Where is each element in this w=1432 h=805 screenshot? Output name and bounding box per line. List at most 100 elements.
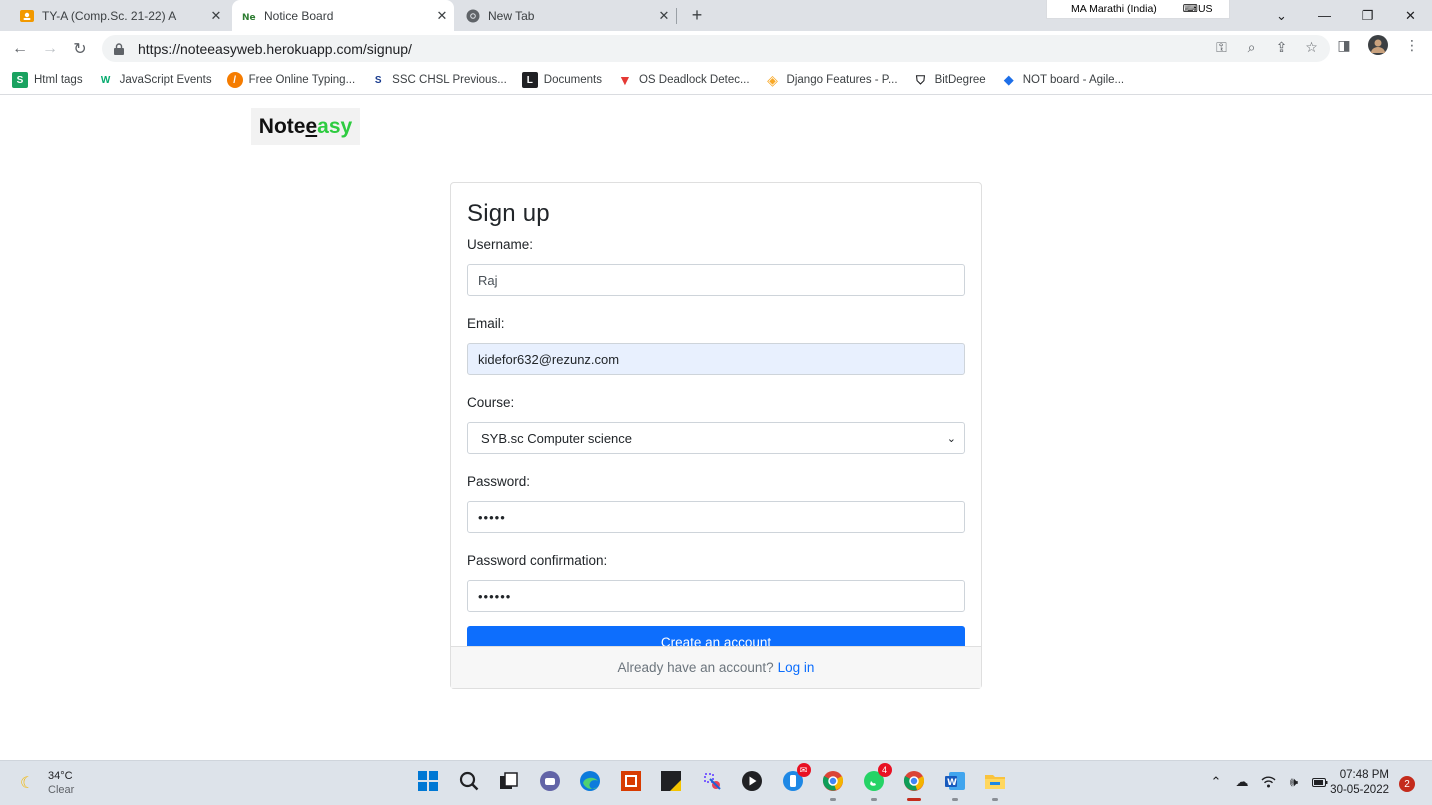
signup-form: Sign up Username: Raj Email: kidefor632@… [451, 183, 981, 658]
django-icon: ◈ [767, 71, 778, 88]
chevron-down-icon: ⌄ [946, 432, 956, 445]
notification-badge[interactable]: 2 [1399, 776, 1415, 792]
zoom-icon[interactable]: ⌕ [1243, 39, 1260, 56]
file-explorer-icon[interactable] [983, 769, 1007, 801]
side-panel-icon[interactable]: ◨ [1334, 35, 1354, 55]
bookmark-star-icon[interactable]: ☆ [1303, 39, 1320, 56]
window-controls: ⌄ — ❐ ✕ [1260, 0, 1432, 31]
teams-chat-icon[interactable] [538, 769, 562, 793]
tab-classroom[interactable]: TY-A (Comp.Sc. 21-22) A ✕ [10, 0, 228, 31]
toolbar-right: ◨ ⋮ [1334, 35, 1422, 55]
logo-text-easy: asy [317, 114, 353, 138]
email-label: Email: [467, 316, 505, 331]
profile-avatar[interactable] [1368, 35, 1388, 55]
password-input[interactable]: ••••• [467, 501, 965, 533]
bookmark-item[interactable]: W JavaScript Events [98, 72, 212, 88]
bitdegree-icon: ⛉ [916, 72, 926, 87]
windows-start-icon[interactable] [416, 769, 440, 793]
menu-kebab-icon[interactable]: ⋮ [1402, 35, 1422, 55]
search-icon[interactable] [457, 769, 481, 793]
running-indicator [992, 798, 998, 801]
key-icon[interactable]: ⚿ [1213, 39, 1230, 56]
course-select[interactable]: SYB.sc Computer science ⌄ [467, 422, 965, 454]
clock-date: 30-05-2022 [1330, 784, 1389, 796]
url-text[interactable]: https://noteeasyweb.herokuapp.com/signup… [138, 41, 412, 57]
volume-icon[interactable]: 🕪 [1286, 774, 1302, 790]
agile-icon: ◆ [1003, 72, 1014, 87]
bookmarks-bar: S Html tags W JavaScript Events / Free Onli… [0, 66, 1432, 95]
footer-text: Already have an account? [617, 660, 774, 675]
ime-layout[interactable]: ⌨US [1183, 3, 1213, 15]
noteasy-logo[interactable]: Note e asy [251, 108, 360, 145]
card-footer: Already have an account? Log in [451, 646, 981, 688]
word-icon[interactable]: W [943, 769, 967, 801]
tab-search-chevron-icon[interactable]: ⌄ [1260, 0, 1303, 31]
username-input[interactable]: Raj [467, 264, 965, 296]
close-window-icon[interactable]: ✕ [1389, 0, 1432, 31]
bookmark-item[interactable]: ⛉ BitDegree [913, 72, 986, 88]
tab-close-icon[interactable]: ✕ [656, 8, 672, 24]
minimize-icon[interactable]: — [1303, 0, 1346, 31]
clock[interactable]: 07:48 PM 30-05-2022 [1326, 768, 1389, 798]
share-icon[interactable]: ⇪ [1273, 39, 1290, 56]
reload-icon[interactable]: ↻ [67, 36, 93, 62]
chrome-icon-active[interactable] [902, 769, 926, 801]
browser-tab-strip: TY-A (Comp.Sc. 21-22) A ✕ Ne Notice Boar… [0, 0, 1432, 31]
media-player-icon[interactable] [740, 769, 764, 793]
svg-text:W: W [947, 778, 957, 788]
password-confirm-input[interactable]: •••••• [467, 580, 965, 612]
ime-language-bar[interactable]: MA Marathi (India) ⌨US [1046, 0, 1230, 19]
tab-notice-board[interactable]: Ne Notice Board ✕ [232, 0, 454, 31]
whatsapp-icon[interactable]: 4 [862, 763, 892, 801]
address-bar[interactable]: https://noteeasyweb.herokuapp.com/signup… [102, 35, 1330, 62]
forward-arrow-icon[interactable]: → [37, 36, 63, 62]
logo-text-underlined-letter: e [305, 114, 318, 138]
bookmark-item[interactable]: ◈ Django Features - P... [765, 71, 897, 88]
tab-separator [676, 8, 677, 24]
taskbar-apps: ✉ 4 W [416, 763, 1007, 801]
restore-icon[interactable]: ❐ [1346, 0, 1389, 31]
deadlock-icon: ▼ [618, 72, 632, 88]
running-indicator [830, 798, 836, 801]
lock-icon[interactable] [114, 42, 128, 56]
chrome-icon [466, 9, 480, 23]
ime-language[interactable]: MA Marathi (India) [1071, 3, 1157, 15]
password-label: Password: [467, 474, 531, 489]
weather-widget[interactable]: ☾ 34°C Clear [20, 769, 74, 797]
phone-link-badge: ✉ [796, 763, 811, 777]
bookmark-item[interactable]: ▼ OS Deadlock Detec... [617, 72, 750, 88]
snipping-tool-icon[interactable] [700, 769, 724, 793]
chevron-up-icon[interactable]: ⌃ [1208, 774, 1224, 790]
login-link[interactable]: Log in [778, 660, 815, 675]
onedrive-cloud-icon[interactable]: ☁ [1234, 774, 1250, 790]
bookmark-item[interactable]: / Free Online Typing... [226, 72, 355, 88]
keyboard-icon: ⌨ [1182, 3, 1198, 15]
new-tab-plus-icon[interactable]: + [686, 4, 708, 26]
ss-icon: S [374, 74, 382, 86]
bookmark-item[interactable]: S SSC CHSL Previous... [370, 72, 507, 88]
phone-link-icon[interactable]: ✉ [781, 763, 811, 793]
tab-close-icon[interactable]: ✕ [208, 8, 224, 24]
username-label: Username: [467, 237, 534, 252]
back-arrow-icon[interactable]: ← [7, 36, 33, 62]
svg-text:Ne: Ne [242, 13, 256, 22]
edge-icon[interactable] [578, 769, 602, 793]
office-icon[interactable] [619, 769, 643, 793]
s-icon: S [12, 72, 28, 88]
w3-icon: W [100, 74, 111, 86]
wifi-icon[interactable] [1260, 774, 1276, 790]
tab-title: Notice Board [264, 8, 334, 23]
documents-icon: L [521, 72, 538, 88]
tab-close-icon[interactable]: ✕ [434, 8, 450, 24]
bookmark-item[interactable]: ◆ NOT board - Agile... [1001, 72, 1124, 88]
email-input[interactable]: kidefor632@rezunz.com [467, 343, 965, 375]
bookmark-item[interactable]: S Html tags [12, 72, 83, 88]
task-view-icon[interactable] [497, 769, 521, 793]
system-tray: ⌃ ☁ 🕪 [1208, 774, 1328, 790]
tab-new-tab[interactable]: New Tab ✕ [460, 0, 676, 31]
chrome-profile-icon[interactable] [821, 769, 845, 801]
course-label: Course: [467, 395, 515, 410]
sticky-notes-icon[interactable] [659, 769, 683, 793]
bookmark-item[interactable]: L Documents [521, 72, 602, 88]
course-selected-value: SYB.sc Computer science [481, 430, 633, 446]
